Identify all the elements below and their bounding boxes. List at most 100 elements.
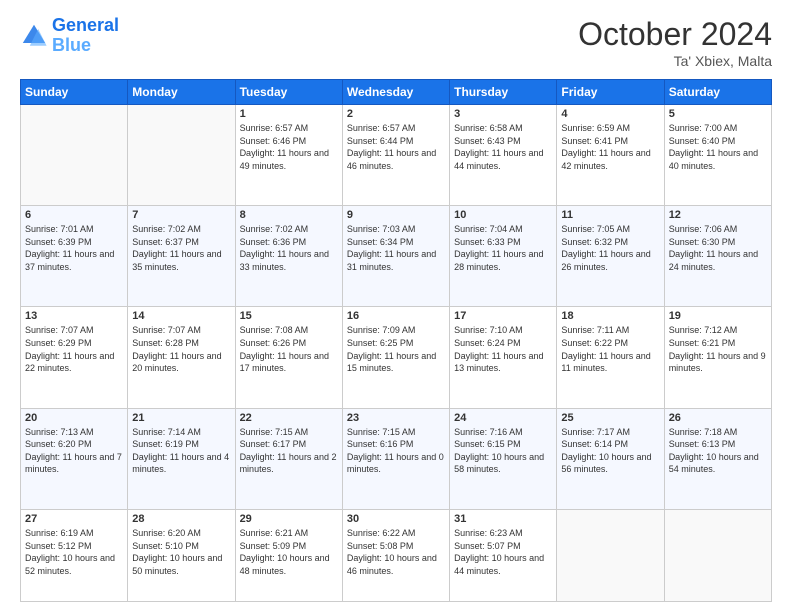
day-number: 25 — [561, 412, 659, 424]
day-detail: Sunrise: 7:11 AM Sunset: 6:22 PM Dayligh… — [561, 324, 659, 374]
table-row — [128, 105, 235, 206]
day-detail: Sunrise: 7:05 AM Sunset: 6:32 PM Dayligh… — [561, 223, 659, 273]
table-row: 19Sunrise: 7:12 AM Sunset: 6:21 PM Dayli… — [664, 307, 771, 408]
day-detail: Sunrise: 6:58 AM Sunset: 6:43 PM Dayligh… — [454, 122, 552, 172]
logo: General Blue — [20, 16, 119, 56]
table-row: 31 Sunrise: 6:23 AM Sunset: 5:07 PM Dayli… — [450, 509, 557, 601]
day-detail: Sunrise: 7:16 AM Sunset: 6:15 PM Dayligh… — [454, 426, 552, 476]
day-detail: Sunrise: 7:09 AM Sunset: 6:25 PM Dayligh… — [347, 324, 445, 374]
table-row: 14Sunrise: 7:07 AM Sunset: 6:28 PM Dayli… — [128, 307, 235, 408]
day-number: 29 — [240, 513, 338, 525]
table-row: 16 Sunrise: 7:09 AM Sunset: 6:25 PM Dayli… — [342, 307, 449, 408]
day-number: 28 — [132, 513, 230, 525]
day-detail: Sunrise: 7:17 AM Sunset: 6:14 PM Dayligh… — [561, 426, 659, 476]
title-block: October 2024 Ta' Xbiex, Malta — [578, 16, 772, 69]
day-detail: Sunrise: 6:22 AM Sunset: 5:08 PM Dayligh… — [347, 527, 445, 577]
table-row: 29 Sunrise: 6:21 AM Sunset: 5:09 PM Dayli… — [235, 509, 342, 601]
day-number: 13 — [25, 310, 123, 322]
day-detail: Sunrise: 6:20 AM Sunset: 5:10 PM Dayligh… — [132, 527, 230, 577]
day-number: 17 — [454, 310, 552, 322]
day-detail: Sunrise: 6:19 AM Sunset: 5:12 PM Dayligh… — [25, 527, 123, 577]
table-row: 18Sunrise: 7:11 AM Sunset: 6:22 PM Dayli… — [557, 307, 664, 408]
day-detail: Sunrise: 7:06 AM Sunset: 6:30 PM Dayligh… — [669, 223, 767, 273]
day-detail: Sunrise: 7:10 AM Sunset: 6:24 PM Dayligh… — [454, 324, 552, 374]
day-detail: Sunrise: 7:07 AM Sunset: 6:28 PM Dayligh… — [132, 324, 230, 374]
col-wednesday: Wednesday — [342, 80, 449, 105]
table-row: 3 Sunrise: 6:58 AM Sunset: 6:43 PM Daylig… — [450, 105, 557, 206]
day-number: 6 — [25, 209, 123, 221]
day-detail: Sunrise: 6:23 AM Sunset: 5:07 PM Dayligh… — [454, 527, 552, 577]
table-row: 2Sunrise: 6:57 AM Sunset: 6:44 PM Daylig… — [342, 105, 449, 206]
day-detail: Sunrise: 7:01 AM Sunset: 6:39 PM Dayligh… — [25, 223, 123, 273]
table-row: 11Sunrise: 7:05 AM Sunset: 6:32 PM Dayli… — [557, 206, 664, 307]
table-row: 5 Sunrise: 7:00 AM Sunset: 6:40 PM Daylig… — [664, 105, 771, 206]
logo-icon — [20, 22, 48, 50]
day-detail: Sunrise: 6:57 AM Sunset: 6:46 PM Dayligh… — [240, 122, 338, 172]
table-row: 7Sunrise: 7:02 AM Sunset: 6:37 PM Daylig… — [128, 206, 235, 307]
month-title: October 2024 — [578, 16, 772, 53]
day-detail: Sunrise: 7:12 AM Sunset: 6:21 PM Dayligh… — [669, 324, 767, 374]
col-saturday: Saturday — [664, 80, 771, 105]
day-detail: Sunrise: 6:59 AM Sunset: 6:41 PM Dayligh… — [561, 122, 659, 172]
day-detail: Sunrise: 7:15 AM Sunset: 6:16 PM Dayligh… — [347, 426, 445, 476]
calendar-week-row: 27Sunrise: 6:19 AM Sunset: 5:12 PM Dayli… — [21, 509, 772, 601]
table-row: 26 Sunrise: 7:18 AM Sunset: 6:13 PM Dayli… — [664, 408, 771, 509]
table-row: 23Sunrise: 7:15 AM Sunset: 6:16 PM Dayli… — [342, 408, 449, 509]
calendar-week-row: 6 Sunrise: 7:01 AM Sunset: 6:39 PM Daylig… — [21, 206, 772, 307]
header: General Blue October 2024 Ta' Xbiex, Mal… — [20, 16, 772, 69]
day-number: 15 — [240, 310, 338, 322]
table-row: 30 Sunrise: 6:22 AM Sunset: 5:08 PM Dayli… — [342, 509, 449, 601]
day-detail: Sunrise: 7:14 AM Sunset: 6:19 PM Dayligh… — [132, 426, 230, 476]
calendar-week-row: 20 Sunrise: 7:13 AM Sunset: 6:20 PM Dayli… — [21, 408, 772, 509]
table-row: 22 Sunrise: 7:15 AM Sunset: 6:17 PM Dayli… — [235, 408, 342, 509]
day-number: 21 — [132, 412, 230, 424]
logo-text-line2: Blue — [52, 36, 119, 56]
day-number: 10 — [454, 209, 552, 221]
day-number: 12 — [669, 209, 767, 221]
day-detail: Sunrise: 7:18 AM Sunset: 6:13 PM Dayligh… — [669, 426, 767, 476]
table-row: 1Sunrise: 6:57 AM Sunset: 6:46 PM Daylig… — [235, 105, 342, 206]
day-detail: Sunrise: 6:21 AM Sunset: 5:09 PM Dayligh… — [240, 527, 338, 577]
table-row: 10 Sunrise: 7:04 AM Sunset: 6:33 PM Dayli… — [450, 206, 557, 307]
day-number: 9 — [347, 209, 445, 221]
day-detail: Sunrise: 7:13 AM Sunset: 6:20 PM Dayligh… — [25, 426, 123, 476]
calendar-table: Sunday Monday Tuesday Wednesday Thursday… — [20, 79, 772, 602]
table-row: 20 Sunrise: 7:13 AM Sunset: 6:20 PM Dayli… — [21, 408, 128, 509]
day-detail: Sunrise: 7:04 AM Sunset: 6:33 PM Dayligh… — [454, 223, 552, 273]
table-row — [557, 509, 664, 601]
day-number: 30 — [347, 513, 445, 525]
col-sunday: Sunday — [21, 80, 128, 105]
table-row: 24 Sunrise: 7:16 AM Sunset: 6:15 PM Dayli… — [450, 408, 557, 509]
day-detail: Sunrise: 7:00 AM Sunset: 6:40 PM Dayligh… — [669, 122, 767, 172]
day-detail: Sunrise: 7:08 AM Sunset: 6:26 PM Dayligh… — [240, 324, 338, 374]
day-number: 4 — [561, 108, 659, 120]
day-number: 20 — [25, 412, 123, 424]
table-row: 4 Sunrise: 6:59 AM Sunset: 6:41 PM Daylig… — [557, 105, 664, 206]
location-subtitle: Ta' Xbiex, Malta — [578, 53, 772, 69]
table-row — [21, 105, 128, 206]
day-number: 16 — [347, 310, 445, 322]
table-row: 27Sunrise: 6:19 AM Sunset: 5:12 PM Dayli… — [21, 509, 128, 601]
day-number: 5 — [669, 108, 767, 120]
day-detail: Sunrise: 7:15 AM Sunset: 6:17 PM Dayligh… — [240, 426, 338, 476]
day-detail: Sunrise: 7:07 AM Sunset: 6:29 PM Dayligh… — [25, 324, 123, 374]
day-number: 31 — [454, 513, 552, 525]
table-row: 28 Sunrise: 6:20 AM Sunset: 5:10 PM Dayli… — [128, 509, 235, 601]
table-row: 21 Sunrise: 7:14 AM Sunset: 6:19 PM Dayli… — [128, 408, 235, 509]
day-number: 26 — [669, 412, 767, 424]
day-number: 22 — [240, 412, 338, 424]
table-row — [664, 509, 771, 601]
table-row: 8Sunrise: 7:02 AM Sunset: 6:36 PM Daylig… — [235, 206, 342, 307]
day-number: 7 — [132, 209, 230, 221]
day-number: 3 — [454, 108, 552, 120]
calendar-header-row: Sunday Monday Tuesday Wednesday Thursday… — [21, 80, 772, 105]
table-row: 15 Sunrise: 7:08 AM Sunset: 6:26 PM Dayli… — [235, 307, 342, 408]
page: General Blue October 2024 Ta' Xbiex, Mal… — [0, 0, 792, 612]
day-number: 24 — [454, 412, 552, 424]
col-monday: Monday — [128, 80, 235, 105]
table-row: 25 Sunrise: 7:17 AM Sunset: 6:14 PM Dayli… — [557, 408, 664, 509]
table-row: 17 Sunrise: 7:10 AM Sunset: 6:24 PM Dayli… — [450, 307, 557, 408]
col-friday: Friday — [557, 80, 664, 105]
day-detail: Sunrise: 7:03 AM Sunset: 6:34 PM Dayligh… — [347, 223, 445, 273]
table-row: 13 Sunrise: 7:07 AM Sunset: 6:29 PM Dayli… — [21, 307, 128, 408]
